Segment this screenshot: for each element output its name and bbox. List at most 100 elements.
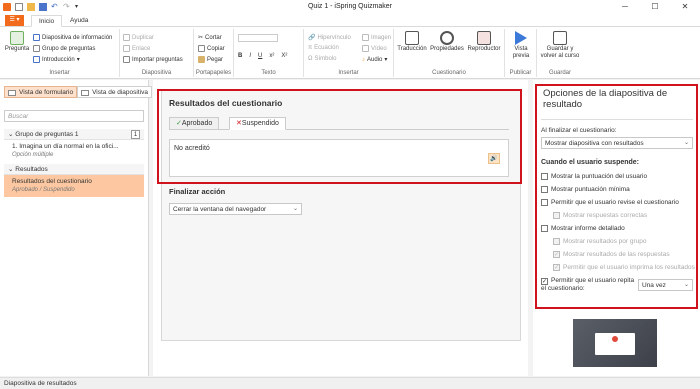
on-finish-select[interactable]: Mostrar diapositiva con resultados ⌄: [541, 137, 693, 149]
player-icon: [477, 31, 491, 45]
slide-thumbnail[interactable]: [573, 319, 657, 367]
question-count-badge: 1: [131, 130, 140, 139]
checkbox[interactable]: [553, 238, 560, 245]
save-return-button[interactable]: Guardar y volver al curso: [538, 31, 582, 60]
results-title: Resultados del cuestionario: [169, 98, 283, 108]
superscript-button[interactable]: X²: [281, 53, 287, 59]
checkbox[interactable]: [541, 186, 548, 193]
equation-icon: π: [308, 45, 313, 51]
on-finish-label: Al finalizar el cuestionario:: [541, 127, 617, 134]
hyperlink-button[interactable]: 🔗 Hipervínculo: [308, 34, 351, 42]
duplicate-button[interactable]: Duplicar: [123, 34, 154, 41]
intro-button[interactable]: Introducción ▾: [33, 56, 80, 63]
save-return-icon: [553, 31, 567, 45]
opt-results-by-group[interactable]: Mostrar resultados por grupo: [553, 238, 646, 245]
subscript-button[interactable]: x²: [269, 53, 274, 59]
opt-allow-review[interactable]: Permitir que el usuario revise el cuesti…: [541, 199, 679, 206]
tab-ayuda[interactable]: Ayuda: [63, 15, 95, 27]
tab-suspendido[interactable]: ✕Suspendido: [229, 117, 286, 130]
equation-button[interactable]: π Ecuación: [308, 45, 339, 51]
chevron-down-icon: ⌄: [683, 282, 689, 288]
question-tree: ⌄ Grupo de preguntas 1 1 1. Imagina un d…: [4, 129, 144, 197]
symbol-icon: Ω: [308, 56, 313, 62]
gear-icon: [440, 31, 454, 45]
tab-inicio[interactable]: Inicio: [31, 15, 63, 27]
video-icon: [362, 45, 369, 52]
chevron-down-icon: ⌄: [8, 166, 14, 173]
search-input[interactable]: Buscar: [4, 110, 144, 122]
checkbox[interactable]: [541, 173, 548, 180]
copy-icon: [198, 45, 205, 52]
close-window-button[interactable]: ✕: [670, 0, 700, 14]
checkbox[interactable]: ✓: [553, 251, 560, 258]
pregunta-button[interactable]: Pregunta: [4, 31, 30, 53]
chevron-down-icon: ▾: [384, 57, 388, 63]
add-question-icon: [10, 31, 24, 45]
checkbox[interactable]: [541, 225, 548, 232]
message-box[interactable]: No acreditó 🔊: [169, 139, 509, 177]
checkbox[interactable]: [553, 212, 560, 219]
opt-allow-retry[interactable]: ✓ Permitir que el usuario repita el cuest…: [541, 277, 637, 293]
italic-button[interactable]: I: [249, 53, 251, 59]
preview-button[interactable]: Vista previa: [507, 31, 535, 60]
divider: [541, 119, 693, 120]
speaker-icon[interactable]: 🔊: [488, 153, 500, 164]
underline-button[interactable]: U: [258, 53, 262, 59]
bold-button[interactable]: B: [238, 53, 242, 59]
question-group-header[interactable]: ⌄ Grupo de preguntas 1 1: [4, 129, 144, 140]
results-header[interactable]: ⌄ Resultados: [4, 164, 144, 175]
info-slide-button[interactable]: Diapositiva de información: [33, 34, 112, 41]
checkbox[interactable]: [541, 199, 548, 206]
list-item[interactable]: 1. Imagina un día normal en la ofici... …: [4, 140, 144, 162]
cut-button[interactable]: ✂ Cortar: [198, 34, 222, 42]
text-style-dropdown[interactable]: [238, 34, 278, 42]
symbol-button[interactable]: Ω Símbolo: [308, 56, 337, 62]
tab-form-view[interactable]: Vista de formulario: [4, 86, 78, 98]
options-title: Opciones de la diapositiva de resultado: [543, 88, 668, 110]
opt-show-min-score[interactable]: Mostrar puntuación mínima: [541, 186, 630, 193]
duplicate-icon: [123, 34, 130, 41]
group-guardar: Guardar y volver al curso Guardar: [537, 29, 583, 77]
group-publicar: Vista previa Publicar: [505, 29, 537, 77]
ribbon: Pregunta Diapositiva de información Grup…: [0, 27, 700, 79]
results-list-item[interactable]: Resultados del cuestionario Aprobado / S…: [4, 175, 144, 197]
hyperlink-icon: 🔗: [308, 35, 316, 41]
audio-button[interactable]: ♪ Audio ▾: [362, 56, 388, 64]
tab-aprobado[interactable]: ✓Aprobado: [169, 117, 220, 130]
file-menu-button[interactable]: ☰ ▾: [5, 15, 24, 26]
tab-slide-view[interactable]: Vista de diapositiva: [77, 86, 152, 98]
import-questions-button[interactable]: Importar preguntas: [123, 56, 183, 63]
copy-button[interactable]: Copiar: [198, 45, 225, 52]
question-group-icon: [33, 45, 40, 52]
ribbon-tabs: ☰ ▾ Inicio Ayuda: [0, 14, 700, 27]
image-icon: [362, 34, 369, 41]
opt-show-correct[interactable]: Mostrar respuestas correctas: [553, 212, 647, 219]
left-pane: Vista de formulario Vista de diapositiva…: [0, 80, 152, 376]
scissors-icon: ✂: [198, 35, 204, 41]
translation-icon: [405, 31, 419, 45]
finish-action-select[interactable]: Cerrar la ventana del navegador ⌄: [169, 203, 302, 215]
thumbnail-dot-icon: [612, 336, 618, 342]
opt-answer-results[interactable]: ✓ Mostrar resultados de las respuestas: [553, 251, 670, 258]
opt-print-results[interactable]: ✓ Permitir que el usuario imprima los res…: [553, 264, 695, 271]
link-button[interactable]: Enlace: [123, 45, 150, 52]
question-group-button[interactable]: Grupo de preguntas: [33, 45, 95, 52]
properties-button[interactable]: Propiedades: [430, 31, 464, 53]
opt-detailed-report[interactable]: Mostrar informe detallado: [541, 225, 625, 232]
paste-button[interactable]: Pegar: [198, 56, 223, 63]
checkbox[interactable]: ✓: [541, 278, 548, 285]
retry-count-select[interactable]: Una vez ⌄: [638, 279, 693, 291]
maximize-button[interactable]: ☐: [640, 0, 670, 14]
opt-show-score[interactable]: Mostrar la puntuación del usuario: [541, 173, 647, 180]
info-slide-icon: [33, 34, 40, 41]
image-button[interactable]: Imagen: [362, 34, 391, 41]
chevron-down-icon: ⌄: [8, 131, 14, 138]
play-icon: [515, 31, 527, 45]
results-tabs: ✓Aprobado ✕Suspendido: [169, 117, 509, 130]
checkbox[interactable]: ✓: [553, 264, 560, 271]
translation-button[interactable]: Traducción: [396, 31, 428, 53]
player-button[interactable]: Reproductor: [466, 31, 502, 53]
import-icon: [123, 56, 130, 63]
minimize-button[interactable]: ─: [610, 0, 640, 14]
video-button[interactable]: Vídeo: [362, 45, 387, 52]
